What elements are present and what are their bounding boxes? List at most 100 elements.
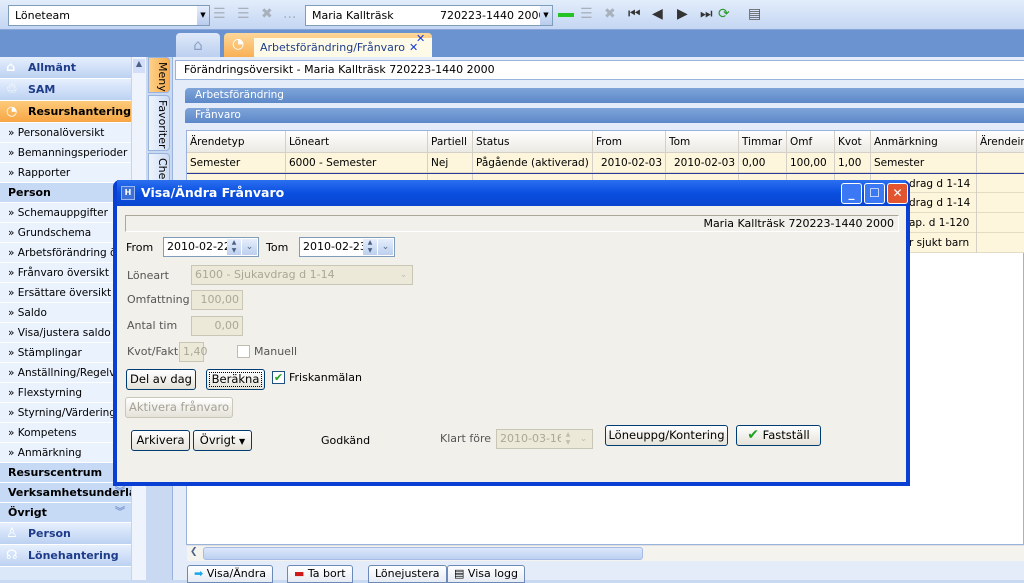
- previous-icon[interactable]: ◀: [652, 6, 663, 22]
- column-header[interactable]: From: [593, 131, 666, 153]
- kvot-input[interactable]: 1,40: [179, 342, 208, 362]
- from-date-picker[interactable]: 2010-02-22 ▲ ▼ ⌄: [163, 237, 259, 257]
- team-select[interactable]: Löneteam ▼: [8, 5, 210, 26]
- sidebar-group-ovrigt[interactable]: Övrigt ︾: [0, 503, 131, 523]
- ta-bort-button[interactable]: ▬ Ta bort: [287, 565, 353, 583]
- vtab-meny[interactable]: Meny: [148, 57, 170, 93]
- column-header[interactable]: Partiell: [428, 131, 473, 153]
- visa-andra-button[interactable]: ➡ Visa/Ändra: [187, 565, 273, 583]
- omfattning-input[interactable]: 100,00: [191, 290, 243, 310]
- arkivera-button[interactable]: Arkivera: [131, 430, 190, 451]
- sidebar-section-resurshantering[interactable]: ◔ Resurshantering: [0, 101, 131, 123]
- antal-tim-input[interactable]: 0,00: [191, 316, 243, 336]
- klart-fore-date-picker[interactable]: 2010-03-16 ▲ ▼ ⌄: [496, 429, 593, 449]
- sidebar-item[interactable]: » Flexstyrning: [0, 383, 131, 403]
- sidebar-item[interactable]: » Rapporter: [0, 163, 131, 183]
- tab-home[interactable]: ⌂: [176, 33, 220, 59]
- chevron-down-icon[interactable]: ⌄: [242, 239, 257, 255]
- tab-arbetsforandring[interactable]: ◔ Arbetsförändring/Frånvaro ✕: [224, 33, 432, 59]
- sidebar-item[interactable]: » Kompetens: [0, 423, 131, 443]
- equals-icon[interactable]: ☰: [580, 6, 593, 22]
- person-select[interactable]: Maria Kallträsk 720223-1440 2000 ▼: [305, 5, 553, 26]
- lonejustera-button[interactable]: Löneju­stera: [368, 565, 447, 583]
- maximize-button[interactable]: ☐: [864, 183, 885, 204]
- chevron-left-icon[interactable]: ❮: [190, 547, 198, 557]
- spinner-icon[interactable]: ▲ ▼: [363, 239, 377, 255]
- table-cell: 2010-02-03: [593, 153, 666, 173]
- table-cell: [977, 174, 1024, 194]
- sidebar-item[interactable]: » Ersättare översikt: [0, 283, 131, 303]
- dialog-titlebar[interactable]: H Visa/Ändra Frånvaro _ ☐ ✕: [117, 180, 908, 206]
- sidebar-group-person[interactable]: Person: [0, 183, 131, 203]
- delete-icon[interactable]: ✖: [261, 6, 273, 22]
- horizontal-scrollbar[interactable]: ❮: [187, 545, 1024, 561]
- sidebar-item[interactable]: » Grundschema: [0, 223, 131, 243]
- column-header[interactable]: Omf: [787, 131, 835, 153]
- sidebar-section-allmant[interactable]: ⌂ Allmänt: [0, 57, 131, 79]
- visa-logg-button[interactable]: ▤ Visa logg: [447, 565, 525, 583]
- sidebar-item[interactable]: » Bemanningsperioder: [0, 143, 131, 163]
- sidebar-item[interactable]: » Styrning/Värdering: [0, 403, 131, 423]
- column-header[interactable]: Tom: [666, 131, 739, 153]
- refresh-icon[interactable]: ⟳: [718, 6, 730, 22]
- sidebar-item[interactable]: » Stämplingar: [0, 343, 131, 363]
- next-icon[interactable]: ▶: [677, 6, 688, 22]
- vtab-favoriter[interactable]: Favoriter: [148, 95, 170, 151]
- first-icon[interactable]: ⏮: [628, 6, 641, 22]
- sidebar-section-sam[interactable]: ♲ SAM: [0, 79, 131, 101]
- sidebar-section-lonehantering[interactable]: ☊ Lönehantering: [0, 545, 131, 567]
- table-cell: 0,00: [739, 153, 787, 173]
- faststall-button[interactable]: ✔ Fastställ: [736, 425, 821, 446]
- spinner-icon[interactable]: ▲ ▼: [227, 239, 241, 255]
- chevron-down-icon[interactable]: ▼: [540, 6, 552, 25]
- delete-icon[interactable]: ✖: [604, 6, 616, 22]
- chevron-down-icon[interactable]: ⌄: [378, 239, 393, 255]
- loneart-select[interactable]: 6100 - Sjukavdrag d 1-14 ⌄: [191, 265, 413, 285]
- column-header[interactable]: Status: [473, 131, 593, 153]
- section-arbetsforandring[interactable]: Arbetsförändring: [185, 88, 1024, 103]
- sidebar-section-person[interactable]: ♙ Person: [0, 523, 131, 545]
- column-header[interactable]: Löneart: [286, 131, 428, 153]
- column-header[interactable]: Anmärkning: [871, 131, 977, 153]
- list-icon[interactable]: ☰: [213, 6, 226, 22]
- berakna-button[interactable]: Beräkna: [206, 369, 265, 390]
- tom-date-picker[interactable]: 2010-02-23 ▲ ▼ ⌄: [299, 237, 395, 257]
- chevron-down-icon[interactable]: ⌄: [576, 431, 591, 447]
- chevron-up-icon[interactable]: ▲: [133, 59, 145, 73]
- aktivera-franvaro-button[interactable]: Aktivera frånvaro: [125, 397, 233, 418]
- more-button[interactable]: ...: [283, 6, 296, 22]
- loneuppg-kontering-button[interactable]: Löneuppg/Kontering: [605, 425, 728, 446]
- sidebar-item[interactable]: » Frånvaro översikt: [0, 263, 131, 283]
- close-icon[interactable]: ✕: [416, 32, 425, 45]
- close-button[interactable]: ✕: [887, 183, 908, 204]
- sidebar-item[interactable]: » Personalöversikt: [0, 123, 131, 143]
- column-header[interactable]: Timmar: [739, 131, 787, 153]
- table-row[interactable]: Semester 6000 - Semester Nej Pågående (akti…: [187, 153, 1024, 173]
- column-header[interactable]: Ärendetyp: [187, 131, 286, 153]
- sidebar-group-resurscentrum[interactable]: Resurscentrum: [0, 463, 131, 483]
- sidebar-item[interactable]: » Anmärkning: [0, 443, 131, 463]
- column-header[interactable]: Ärendeinfo: [977, 131, 1024, 153]
- column-header[interactable]: Kvot: [835, 131, 871, 153]
- clipboard-icon[interactable]: ▤: [748, 6, 761, 22]
- friskanmalan-checkbox[interactable]: ✔: [272, 371, 285, 384]
- scrollbar-thumb[interactable]: [203, 547, 643, 560]
- minimize-button[interactable]: _: [841, 183, 862, 204]
- table-cell: [977, 213, 1024, 233]
- sidebar-group-verksamhetsunderlag[interactable]: Verksamhetsunderlag ︾: [0, 483, 131, 503]
- chevron-down-icon[interactable]: ▼: [197, 6, 209, 25]
- section-franvaro[interactable]: Frånvaro: [185, 108, 1024, 123]
- del-av-dag-button[interactable]: Del av dag: [126, 369, 196, 390]
- ovrigt-button[interactable]: Övrigt ▼: [193, 430, 252, 451]
- sidebar-item[interactable]: » Anställning/Regelverk: [0, 363, 131, 383]
- manuell-checkbox[interactable]: [237, 345, 250, 358]
- add-icon[interactable]: [558, 13, 574, 17]
- spinner-icon[interactable]: ▲ ▼: [561, 431, 575, 447]
- chevron-down-icon[interactable]: ⌄: [396, 267, 411, 283]
- list-icon[interactable]: ☰: [237, 6, 250, 22]
- sidebar-item[interactable]: » Schemauppgifter: [0, 203, 131, 223]
- sidebar-item[interactable]: » Saldo: [0, 303, 131, 323]
- last-icon[interactable]: ⏭: [700, 6, 713, 22]
- sidebar-item[interactable]: » Visa/justera saldo: [0, 323, 131, 343]
- sidebar-item[interactable]: » Arbetsförändring översikt: [0, 243, 131, 263]
